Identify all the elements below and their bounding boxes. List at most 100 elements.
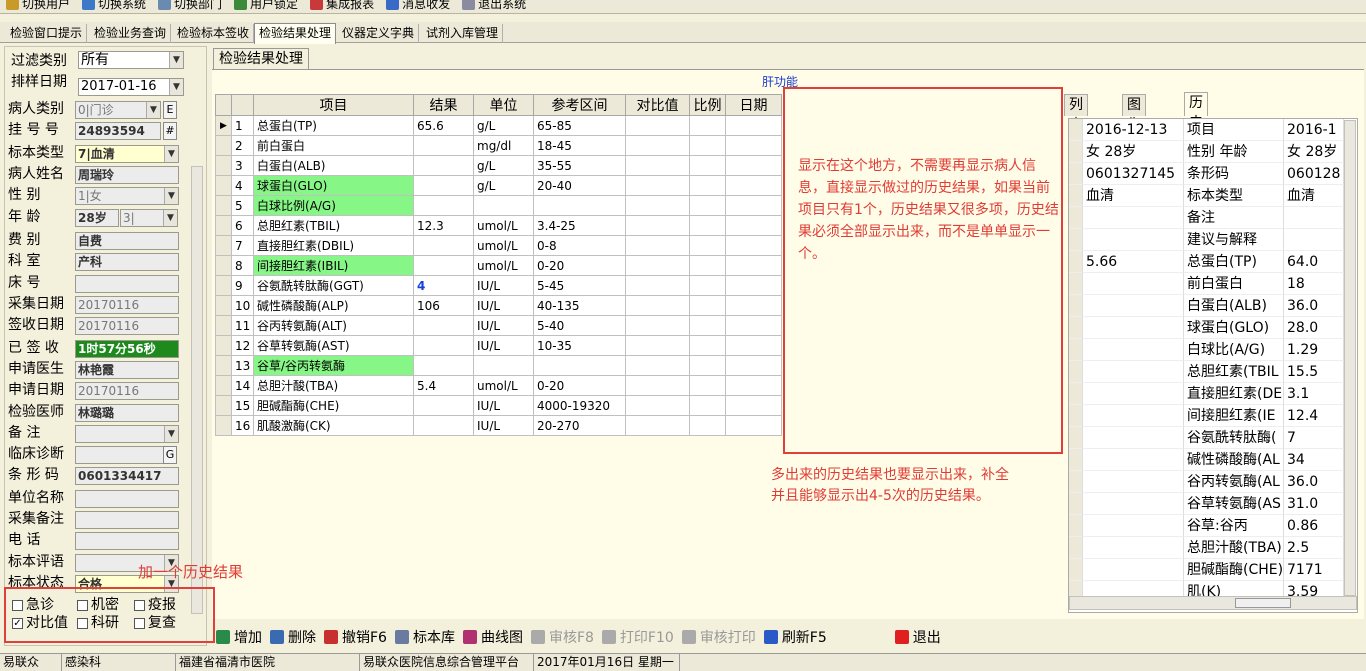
- table-row[interactable]: 12 谷草转氨酶(AST) IU/L 10-35: [215, 335, 782, 356]
- result-cell[interactable]: 4: [413, 275, 474, 296]
- field-value[interactable]: 0601334417: [75, 467, 179, 485]
- column-header[interactable]: 单位: [473, 94, 534, 116]
- result-cell[interactable]: [413, 175, 474, 196]
- hash-button[interactable]: #: [163, 122, 177, 140]
- field-value[interactable]: 周瑞玲: [75, 166, 179, 184]
- toolbar-button-4[interactable]: 集成报表: [304, 0, 380, 11]
- field-value[interactable]: 1|女 ▼: [75, 187, 179, 205]
- date-picker[interactable]: 2017-01-16 ▼: [78, 78, 184, 96]
- table-row[interactable]: 10 碱性磷酸酶(ALP) 106 IU/L 40-135: [215, 295, 782, 316]
- table-row[interactable]: 6 总胆红素(TBIL) 12.3 umol/L 3.4-25: [215, 215, 782, 236]
- table-row[interactable]: 9 谷氨酰转肽酶(GGT) 4 IU/L 5-45: [215, 275, 782, 296]
- age-unit-select[interactable]: 3| ▼: [120, 209, 178, 227]
- action-button-0[interactable]: 增加: [212, 625, 266, 649]
- table-row[interactable]: 16 肌酸激酶(CK) IU/L 20-270: [215, 415, 782, 436]
- chevron-down-icon[interactable]: ▼: [164, 146, 178, 162]
- result-cell[interactable]: [413, 355, 474, 376]
- e-button[interactable]: E: [163, 101, 177, 119]
- toolbar-button-2[interactable]: 切换部门: [152, 0, 228, 11]
- result-cell[interactable]: 12.3: [413, 215, 474, 236]
- action-button-4[interactable]: 曲线图: [459, 625, 527, 649]
- history-hscrollbar[interactable]: [1069, 596, 1357, 610]
- left-scrollbar[interactable]: [191, 166, 203, 614]
- toolbar-button-3[interactable]: 用户锁定: [228, 0, 304, 11]
- column-header[interactable]: 参考区间: [533, 94, 626, 116]
- field-value[interactable]: [75, 532, 179, 550]
- result-cell[interactable]: 5.4: [413, 375, 474, 396]
- toolbar-button-0[interactable]: 切换用户: [0, 0, 76, 11]
- table-row[interactable]: 8 间接胆红素(IBIL) umol/L 0-20: [215, 255, 782, 276]
- chevron-down-icon[interactable]: ▼: [146, 102, 160, 118]
- result-cell[interactable]: [413, 395, 474, 416]
- chevron-down-icon[interactable]: ▼: [163, 210, 177, 226]
- toolbar-button-5[interactable]: 消息收发: [380, 0, 456, 11]
- field-value[interactable]: 20170116: [75, 317, 179, 335]
- menu-tab-2[interactable]: 检验标本签收: [173, 24, 255, 43]
- table-row[interactable]: 15 胆碱酯酶(CHE) IU/L 4000-19320: [215, 395, 782, 416]
- table-row[interactable]: 7 直接胆红素(DBIL) umol/L 0-8: [215, 235, 782, 256]
- menu-tab-3[interactable]: 检验结果处理: [254, 23, 337, 44]
- toolbar-button-6[interactable]: 退出系统: [456, 0, 532, 11]
- result-cell[interactable]: 65.6: [413, 115, 474, 136]
- field-value[interactable]: 20170116: [75, 382, 179, 400]
- menu-tab-5[interactable]: 试剂入库管理: [422, 24, 504, 43]
- right-tab-2[interactable]: 历史结果: [1184, 92, 1208, 171]
- menu-tab-0[interactable]: 检验窗口提示: [6, 24, 88, 43]
- field-value[interactable]: [75, 275, 179, 293]
- field-value[interactable]: 0|门诊 ▼: [75, 101, 161, 119]
- menu-tab-4[interactable]: 仪器定义字典: [338, 24, 420, 43]
- menu-tab-1[interactable]: 检验业务查询: [90, 24, 172, 43]
- field-value[interactable]: 7|血清 ▼: [75, 145, 179, 163]
- result-cell[interactable]: [413, 235, 474, 256]
- result-cell[interactable]: [413, 195, 474, 216]
- column-header[interactable]: 对比值: [625, 94, 690, 116]
- column-header[interactable]: 比例: [689, 94, 726, 116]
- table-row[interactable]: 3 白蛋白(ALB) g/L 35-55: [215, 155, 782, 176]
- g-button[interactable]: G: [163, 446, 177, 464]
- result-cell[interactable]: [413, 335, 474, 356]
- field-value[interactable]: 林璐璐: [75, 404, 179, 422]
- field-value[interactable]: [75, 446, 165, 464]
- field-value[interactable]: [75, 490, 179, 508]
- field-value[interactable]: ▼: [75, 425, 179, 443]
- field-value[interactable]: 林艳霞: [75, 361, 179, 379]
- right-tab-1[interactable]: 图像: [1122, 94, 1146, 133]
- result-cell[interactable]: [413, 255, 474, 276]
- action-button-3[interactable]: 标本库: [391, 625, 459, 649]
- result-cell[interactable]: [413, 135, 474, 156]
- table-row[interactable]: 4 球蛋白(GLO) g/L 20-40: [215, 175, 782, 196]
- chevron-down-icon[interactable]: ▼: [164, 188, 178, 204]
- chevron-down-icon[interactable]: ▼: [169, 79, 183, 95]
- toolbar-button-1[interactable]: 切换系统: [76, 0, 152, 11]
- table-row[interactable]: 2 前白蛋白 mg/dl 18-45: [215, 135, 782, 156]
- tab-result-processing[interactable]: 检验结果处理: [213, 48, 309, 70]
- right-tab-0[interactable]: 列表: [1064, 94, 1088, 133]
- result-cell[interactable]: 106: [413, 295, 474, 316]
- field-value[interactable]: 产科: [75, 253, 179, 271]
- field-value[interactable]: 自费: [75, 232, 179, 250]
- field-value[interactable]: 20170116: [75, 296, 179, 314]
- table-row[interactable]: 11 谷丙转氨酶(ALT) IU/L 5-40: [215, 315, 782, 336]
- history-scrollbar[interactable]: [1344, 120, 1356, 596]
- action-button-8[interactable]: 刷新F5: [760, 625, 831, 649]
- result-cell[interactable]: [413, 415, 474, 436]
- table-row[interactable]: ▶ 1 总蛋白(TP) 65.6 g/L 65-85: [215, 115, 782, 136]
- chevron-down-icon[interactable]: ▼: [164, 426, 178, 442]
- column-header[interactable]: 项目: [253, 94, 414, 116]
- field-value[interactable]: 1时57分56秒: [75, 340, 179, 358]
- field-value[interactable]: 24893594: [75, 122, 161, 140]
- result-cell[interactable]: [413, 155, 474, 176]
- result-cell[interactable]: [413, 315, 474, 336]
- action-button-1[interactable]: 删除: [266, 625, 320, 649]
- chevron-down-icon[interactable]: ▼: [169, 52, 183, 68]
- scroll-thumb[interactable]: [1235, 598, 1291, 608]
- column-header[interactable]: 结果: [413, 94, 474, 116]
- action-button-9[interactable]: 退出: [891, 625, 945, 649]
- field-value[interactable]: 28岁: [75, 209, 119, 227]
- column-header[interactable]: 日期: [725, 94, 782, 116]
- filter-select[interactable]: 所有 ▼: [78, 51, 184, 69]
- table-row[interactable]: 13 谷草/谷丙转氨酶: [215, 355, 782, 376]
- table-row[interactable]: 5 白球比例(A/G): [215, 195, 782, 216]
- table-row[interactable]: 14 总胆汁酸(TBA) 5.4 umol/L 0-20: [215, 375, 782, 396]
- action-button-2[interactable]: 撤销F6: [320, 625, 391, 649]
